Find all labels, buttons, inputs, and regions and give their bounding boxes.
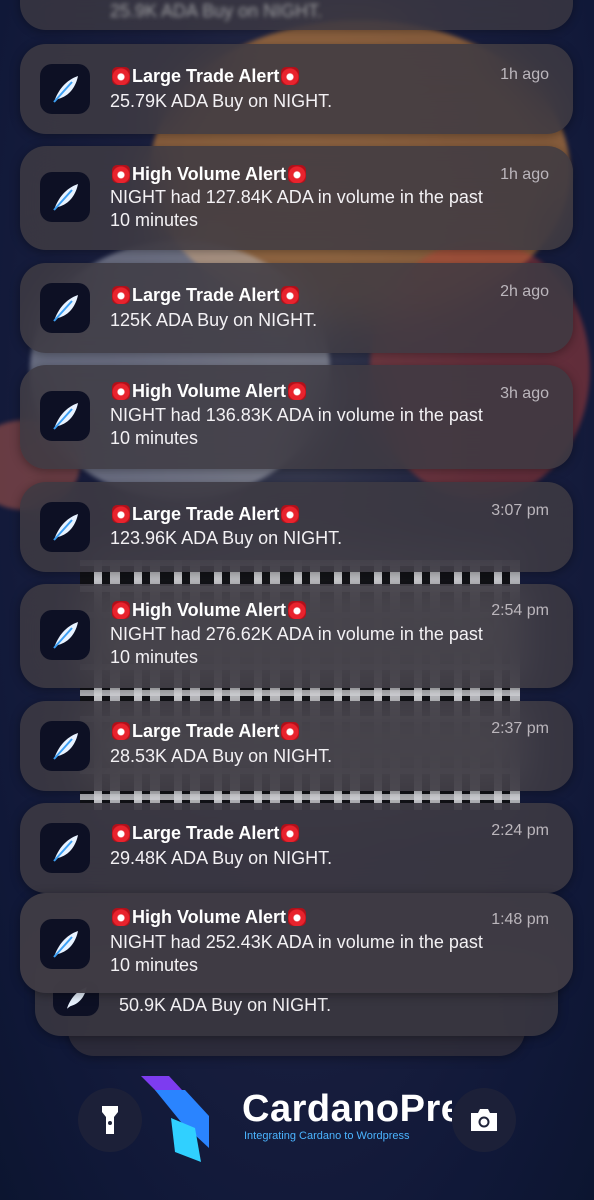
feather-icon: [53, 733, 78, 760]
app-icon: [40, 283, 90, 333]
notification-body: NIGHT had 276.62K ADA in volume in the p…: [110, 624, 483, 667]
notification-title: Large Trade Alert: [110, 721, 301, 742]
siren-icon: [112, 67, 130, 85]
notification-body: NIGHT had 252.43K ADA in volume in the p…: [110, 932, 483, 975]
notification-time: 2:54 pm: [491, 602, 549, 619]
title-text: High Volume Alert: [132, 164, 287, 184]
title-text: High Volume Alert: [132, 381, 287, 401]
siren-icon: [281, 286, 300, 304]
feather-icon: [53, 835, 78, 862]
siren-icon: [281, 505, 300, 523]
title-text: Large Trade Alert: [132, 66, 280, 86]
notification-partial-top[interactable]: 25.9K ADA Buy on NIGHT.: [20, 0, 573, 30]
notification-card[interactable]: High Volume Alert 1h ago NIGHT had 127.8…: [20, 146, 573, 250]
notification-title: Large Trade Alert: [110, 823, 301, 844]
notification-card[interactable]: High Volume Alert 2:54 pm NIGHT had 276.…: [20, 584, 573, 688]
siren-icon: [112, 165, 130, 183]
feather-icon: [53, 76, 78, 103]
notification-card[interactable]: High Volume Alert 3h ago NIGHT had 136.8…: [20, 365, 573, 469]
notification-time: 1:48 pm: [491, 911, 549, 928]
notification-body: 50.9K ADA Buy on NIGHT.: [119, 995, 332, 1015]
notification-body: 125K ADA Buy on NIGHT.: [110, 310, 318, 330]
notification-time: 2:37 pm: [491, 720, 549, 737]
app-icon: [40, 721, 90, 771]
siren-icon: [112, 382, 130, 400]
title-text: High Volume Alert: [132, 907, 287, 927]
siren-icon: [288, 165, 307, 183]
notification-body: 25.9K ADA Buy on NIGHT.: [110, 1, 323, 21]
title-text: High Volume Alert: [132, 600, 287, 620]
siren-icon: [288, 601, 307, 619]
notification-title: High Volume Alert: [110, 600, 308, 621]
notification-body: 29.48K ADA Buy on NIGHT.: [110, 848, 333, 868]
logo-arrows-icon: [141, 1076, 209, 1162]
siren-icon: [288, 908, 307, 926]
app-icon: [40, 610, 90, 660]
notification-body: 123.96K ADA Buy on NIGHT.: [110, 528, 343, 548]
notification-title: Large Trade Alert: [110, 66, 301, 87]
notification-title: Large Trade Alert: [110, 285, 301, 306]
siren-icon: [281, 824, 300, 842]
app-icon: [40, 391, 90, 441]
notification-title: Large Trade Alert: [110, 504, 301, 525]
app-icon: [40, 172, 90, 222]
app-icon: [40, 502, 90, 552]
feather-icon: [53, 514, 78, 541]
notification-card[interactable]: Large Trade Alert 2:37 pm 28.53K ADA Buy…: [20, 701, 573, 791]
siren-icon: [281, 722, 300, 740]
app-icon: [40, 919, 90, 969]
feather-icon: [53, 295, 78, 322]
title-text: Large Trade Alert: [132, 823, 280, 843]
flashlight-button[interactable]: [78, 1088, 142, 1152]
camera-icon: [471, 1109, 497, 1131]
notification-card[interactable]: Large Trade Alert 2:24 pm 29.48K ADA Buy…: [20, 803, 573, 893]
notification-title: High Volume Alert: [110, 907, 308, 928]
siren-icon: [112, 824, 130, 842]
flashlight-icon: [102, 1106, 118, 1134]
app-icon: [40, 823, 90, 873]
camera-button[interactable]: [452, 1088, 516, 1152]
notification-card[interactable]: Large Trade Alert 2h ago 125K ADA Buy on…: [20, 263, 573, 353]
feather-icon: [53, 184, 78, 211]
notification-time: 3:07 pm: [491, 502, 549, 519]
siren-icon: [112, 505, 130, 523]
siren-icon: [112, 908, 130, 926]
app-icon: [40, 64, 90, 114]
notification-body: 25.79K ADA Buy on NIGHT.: [110, 91, 333, 111]
notification-time: 2:24 pm: [491, 822, 549, 839]
notification-card[interactable]: Large Trade Alert 1h ago 25.79K ADA Buy …: [20, 44, 573, 134]
brand-tagline: Integrating Cardano to Wordpress: [244, 1130, 410, 1142]
siren-icon: [288, 382, 307, 400]
notification-time: 2h ago: [500, 283, 549, 300]
feather-icon: [53, 403, 78, 430]
notification-time: 3h ago: [500, 385, 549, 402]
title-text: Large Trade Alert: [132, 285, 280, 305]
siren-icon: [281, 67, 300, 85]
brand-name: CardanoPress: [242, 1088, 452, 1130]
notification-card[interactable]: Large Trade Alert 3:07 pm 123.96K ADA Bu…: [20, 482, 573, 572]
siren-icon: [112, 286, 130, 304]
feather-icon: [53, 931, 78, 958]
cardanopress-logo: [135, 1070, 217, 1166]
notification-title: High Volume Alert: [110, 164, 308, 185]
notification-title: High Volume Alert: [110, 381, 308, 402]
notification-time: 1h ago: [500, 66, 549, 83]
notification-card[interactable]: High Volume Alert 1:48 pm NIGHT had 252.…: [20, 893, 573, 993]
feather-icon: [53, 622, 78, 649]
title-text: Large Trade Alert: [132, 504, 280, 524]
notification-body: NIGHT had 127.84K ADA in volume in the p…: [110, 187, 483, 230]
siren-icon: [112, 722, 130, 740]
siren-icon: [112, 601, 130, 619]
notification-body: NIGHT had 136.83K ADA in volume in the p…: [110, 405, 483, 448]
notification-body: 28.53K ADA Buy on NIGHT.: [110, 746, 333, 766]
title-text: Large Trade Alert: [132, 721, 280, 741]
notification-time: 1h ago: [500, 166, 549, 183]
